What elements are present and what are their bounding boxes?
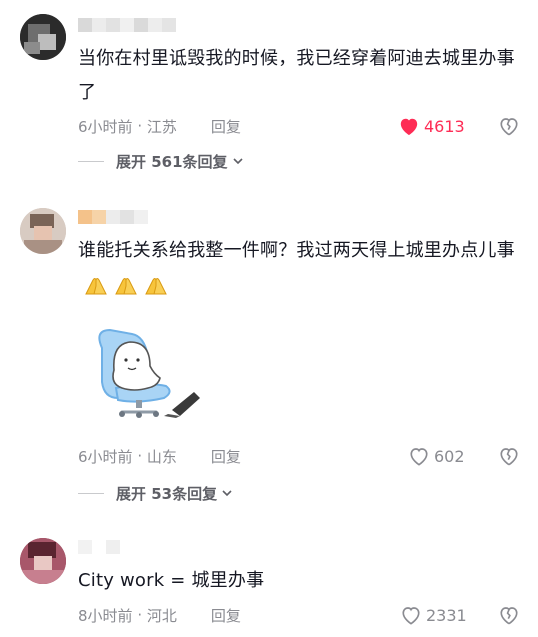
broken-heart-icon [500,448,518,466]
like-button[interactable]: 602 [408,444,465,468]
comment-meta: 6小时前 · 山东 回复 [78,446,241,467]
dislike-button[interactable] [498,114,520,138]
hands-emoji [85,278,107,295]
dislike-button[interactable] [498,603,520,627]
like-count: 4613 [424,116,465,136]
hands-emoji [115,278,137,295]
comment-time: 6小时前 [78,447,133,466]
comment-text: 谁能托关系给我整一件啊？我过两天得上城里办点儿事 [78,234,526,302]
heart-outline-icon [410,448,428,466]
username-blurred[interactable] [78,540,120,558]
username-blurred[interactable] [78,210,148,228]
chevron-down-icon [232,158,243,165]
like-count: 2331 [426,605,467,625]
username-blurred[interactable] [78,18,176,36]
expand-replies-label: 展开 53条回复 [116,484,218,503]
dislike-button[interactable] [498,444,520,468]
ghost-sticker-image[interactable] [88,322,208,422]
broken-heart-icon [500,118,518,136]
expand-replies-label: 展开 561条回复 [116,152,228,171]
comment-text: 当你在村里诋毁我的时候，我已经穿着阿迪去城里办事了 [78,48,515,103]
comment-item: City work = 城里办事 8小时前 · 河北 回复 2331 [0,532,538,637]
comment-meta-row: 6小时前 · 山东 回复 602 展开 53条回复 [0,440,538,520]
comment-location: 河北 [146,606,177,625]
reply-button[interactable]: 回复 [211,446,241,467]
comment-meta: 8小时前 · 河北 回复 [78,605,241,626]
reply-button[interactable]: 回复 [211,116,241,137]
comment-time: 6小时前 [78,117,133,136]
expand-replies-button[interactable]: 展开 561条回复 [78,150,244,172]
comment-meta: 6小时前 · 江苏 回复 [78,116,241,137]
like-button[interactable]: 2331 [400,603,467,627]
comment-location: 江苏 [146,117,177,136]
chevron-down-icon [222,490,232,497]
like-count: 602 [434,446,465,466]
expand-replies-button[interactable]: 展开 53条回复 [78,482,233,504]
avatar[interactable] [20,208,66,254]
broken-heart-icon [500,607,518,625]
comment-location: 山东 [146,447,177,466]
comment-time: 8小时前 [78,606,133,625]
comment-text: City work = 城里办事 [78,570,265,591]
heart-filled-icon [400,118,418,136]
heart-outline-icon [402,607,420,625]
like-button[interactable]: 4613 [398,114,465,138]
reply-button[interactable]: 回复 [211,605,241,626]
hands-emoji [145,278,167,295]
avatar[interactable] [20,14,66,60]
avatar[interactable] [20,538,66,584]
comment-item: 当你在村里诋毁我的时候，我已经穿着阿迪去城里办事了 6小时前 · 江苏 回复 4… [0,0,538,180]
